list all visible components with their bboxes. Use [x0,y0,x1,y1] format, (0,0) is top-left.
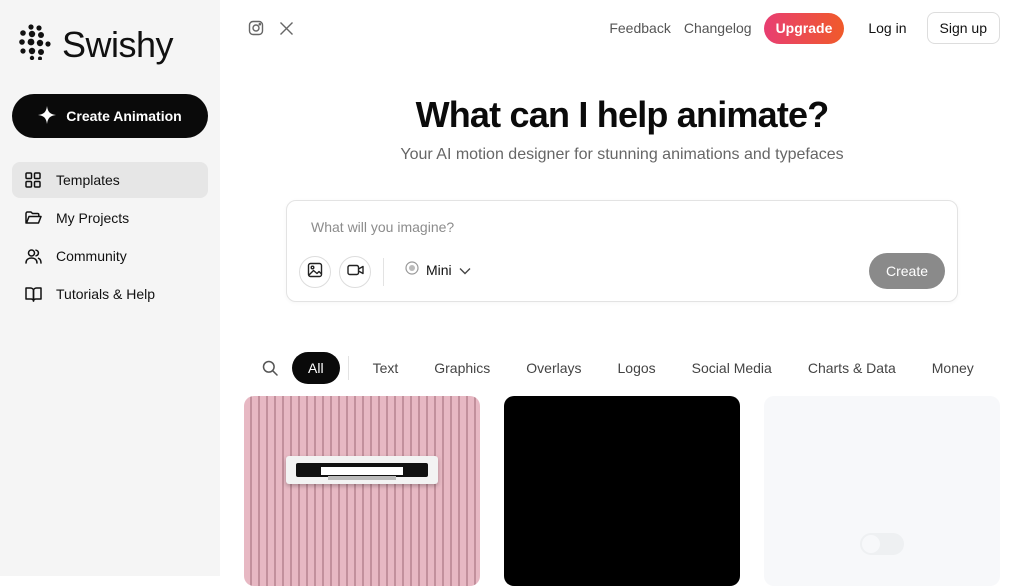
model-label: Mini [426,261,452,278]
x-icon[interactable] [277,19,295,37]
sidebar-item-templates[interactable]: Templates [12,162,208,198]
template-card[interactable] [764,396,1000,586]
sidebar-item-label: Tutorials & Help [56,286,156,302]
sidebar-item-label: My Projects [56,210,130,226]
create-animation-label: Create Animation [66,108,182,124]
sidebar-item-label: Community [56,248,127,264]
sidebar-item-community[interactable]: Community [12,238,208,274]
signup-button[interactable]: Sign up [926,12,1000,44]
instagram-icon[interactable] [247,19,265,37]
sparkle-icon [38,105,57,127]
users-icon [24,247,42,265]
preview-toggle-graphic [860,533,904,555]
filter-divider [347,356,349,380]
search-icon[interactable] [260,358,280,378]
sidebar-item-tutorials-help[interactable]: Tutorials & Help [12,276,208,312]
prompt-box: Mini Create [286,200,958,302]
filter-chip-charts-data[interactable]: Charts & Data [808,360,896,376]
filter-chip-social-media[interactable]: Social Media [692,360,772,376]
upgrade-button[interactable]: Upgrade [763,12,845,44]
template-card[interactable] [244,396,480,586]
social-links [247,19,295,37]
feedback-link[interactable]: Feedback [609,20,670,36]
filter-chip-graphics[interactable]: Graphics [434,360,490,376]
model-icon [405,261,419,278]
filter-chip-all[interactable]: All [292,352,340,384]
brand-name: Swishy [62,23,174,65]
top-nav: Feedback Changelog Upgrade Log in Sign u… [609,12,1000,44]
folder-icon [24,209,42,227]
create-animation-button[interactable]: Create Animation [12,94,208,138]
sidebar-item-my-projects[interactable]: My Projects [12,200,208,236]
sidebar: Swishy Create Animation Templates My Pro… [0,0,220,576]
sidebar-item-label: Templates [56,172,120,188]
changelog-link[interactable]: Changelog [684,20,752,36]
preview-toggle-knob [862,535,880,553]
page-subtitle: Your AI motion designer for stunning ani… [400,146,844,163]
preview-underline [328,476,396,480]
add-video-button[interactable] [339,256,371,288]
category-filter-bar: All Text Graphics Overlays Logos Social … [260,352,974,384]
video-icon [346,263,364,282]
filter-chip-text[interactable]: Text [373,360,399,376]
sidebar-nav: Templates My Projects Community Tutorial… [12,162,208,314]
image-icon [307,262,323,283]
grid-icon [24,171,42,189]
filter-chip-logos[interactable]: Logos [618,360,656,376]
filter-chip-money[interactable]: Money [932,360,974,376]
preview-highlight [321,467,403,475]
page-title: What can I help animate? [415,94,830,135]
template-preview-graphic [286,456,438,484]
template-card[interactable] [504,396,740,586]
prompt-divider [383,258,384,286]
chevron-down-icon [459,262,471,278]
brand-logo[interactable]: Swishy [18,23,174,65]
book-icon [24,285,42,303]
create-button[interactable]: Create [869,253,945,289]
prompt-input[interactable] [311,219,911,235]
filter-chip-overlays[interactable]: Overlays [526,360,581,376]
add-image-button[interactable] [299,256,331,288]
login-link[interactable]: Log in [868,20,906,36]
model-selector[interactable]: Mini [405,261,471,278]
swishy-logo-icon [18,24,52,65]
